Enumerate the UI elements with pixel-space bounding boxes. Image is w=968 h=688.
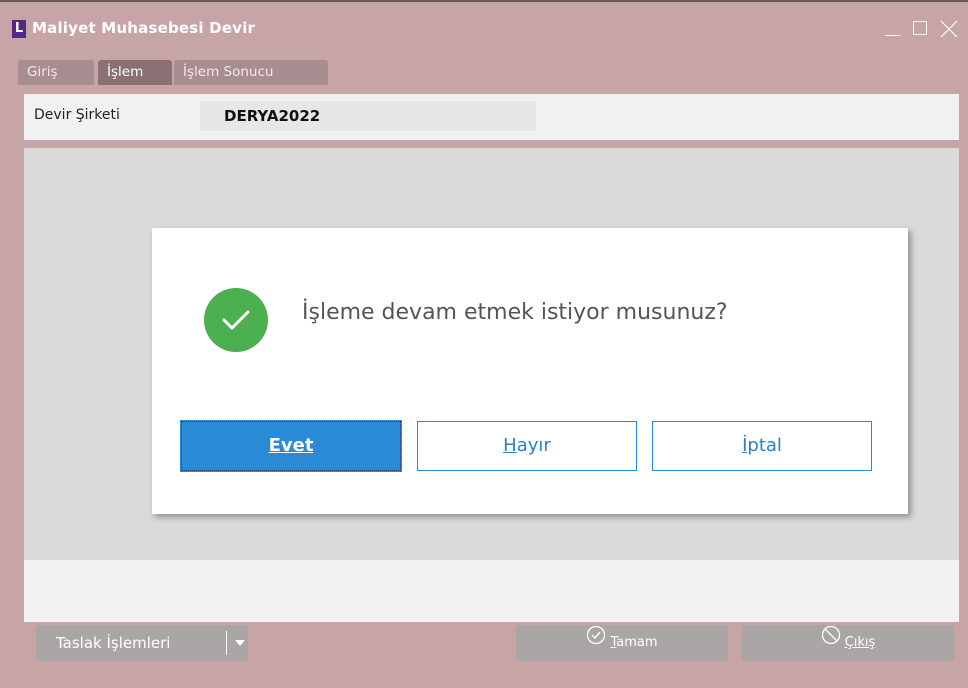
tab-giris[interactable]: Giriş (18, 60, 94, 85)
devir-sirketi-field[interactable]: DERYA2022 (200, 101, 536, 131)
title-bar[interactable]: L Maliyet Muhasebesi Devir (0, 2, 968, 50)
app-window: L Maliyet Muhasebesi Devir Giriş İşlem İ… (0, 0, 968, 688)
bottom-strip (24, 560, 959, 622)
tab-islem[interactable]: İşlem (98, 60, 172, 85)
taslak-divider (226, 631, 227, 655)
tab-islem-sonucu[interactable]: İşlem Sonucu (174, 60, 328, 85)
devir-sirketi-label: Devir Şirketi (34, 107, 120, 123)
evet-button[interactable]: Evet (180, 420, 402, 472)
chevron-down-icon[interactable] (232, 631, 248, 655)
app-logo-icon: L (12, 20, 26, 38)
evet-rest: vet (280, 435, 314, 456)
minimize-button[interactable] (882, 16, 904, 40)
iptal-button[interactable]: İptal (652, 421, 872, 471)
iptal-rest: ptal (747, 435, 782, 456)
tamam-rest: amam (616, 635, 658, 650)
check-circle-icon (204, 288, 268, 352)
confirm-dialog: İşleme devam etmek istiyor musunuz? Evet… (152, 228, 908, 514)
prohibit-icon (821, 624, 841, 660)
hayir-rest: ayır (516, 435, 551, 456)
hayir-mnemonic: H (503, 435, 517, 456)
cikis-label: Çıkış (844, 635, 876, 650)
dialog-question: İşleme devam etmek istiyor musunuz? (302, 300, 728, 325)
close-icon (940, 20, 958, 38)
maximize-button[interactable] (910, 16, 932, 40)
form-strip: Devir Şirketi DERYA2022 (24, 94, 959, 140)
window-title: Maliyet Muhasebesi Devir (32, 19, 256, 37)
taslak-label: Taslak İşlemleri (56, 634, 171, 652)
evet-mnemonic: E (268, 435, 281, 456)
cikis-button[interactable]: Çıkış (742, 625, 954, 661)
taslak-islemleri-button[interactable]: Taslak İşlemleri (36, 625, 248, 661)
check-outline-icon (586, 624, 606, 660)
tamam-button[interactable]: Tamam (516, 625, 728, 661)
close-button[interactable] (938, 16, 960, 40)
hayir-button[interactable]: Hayır (417, 421, 637, 471)
